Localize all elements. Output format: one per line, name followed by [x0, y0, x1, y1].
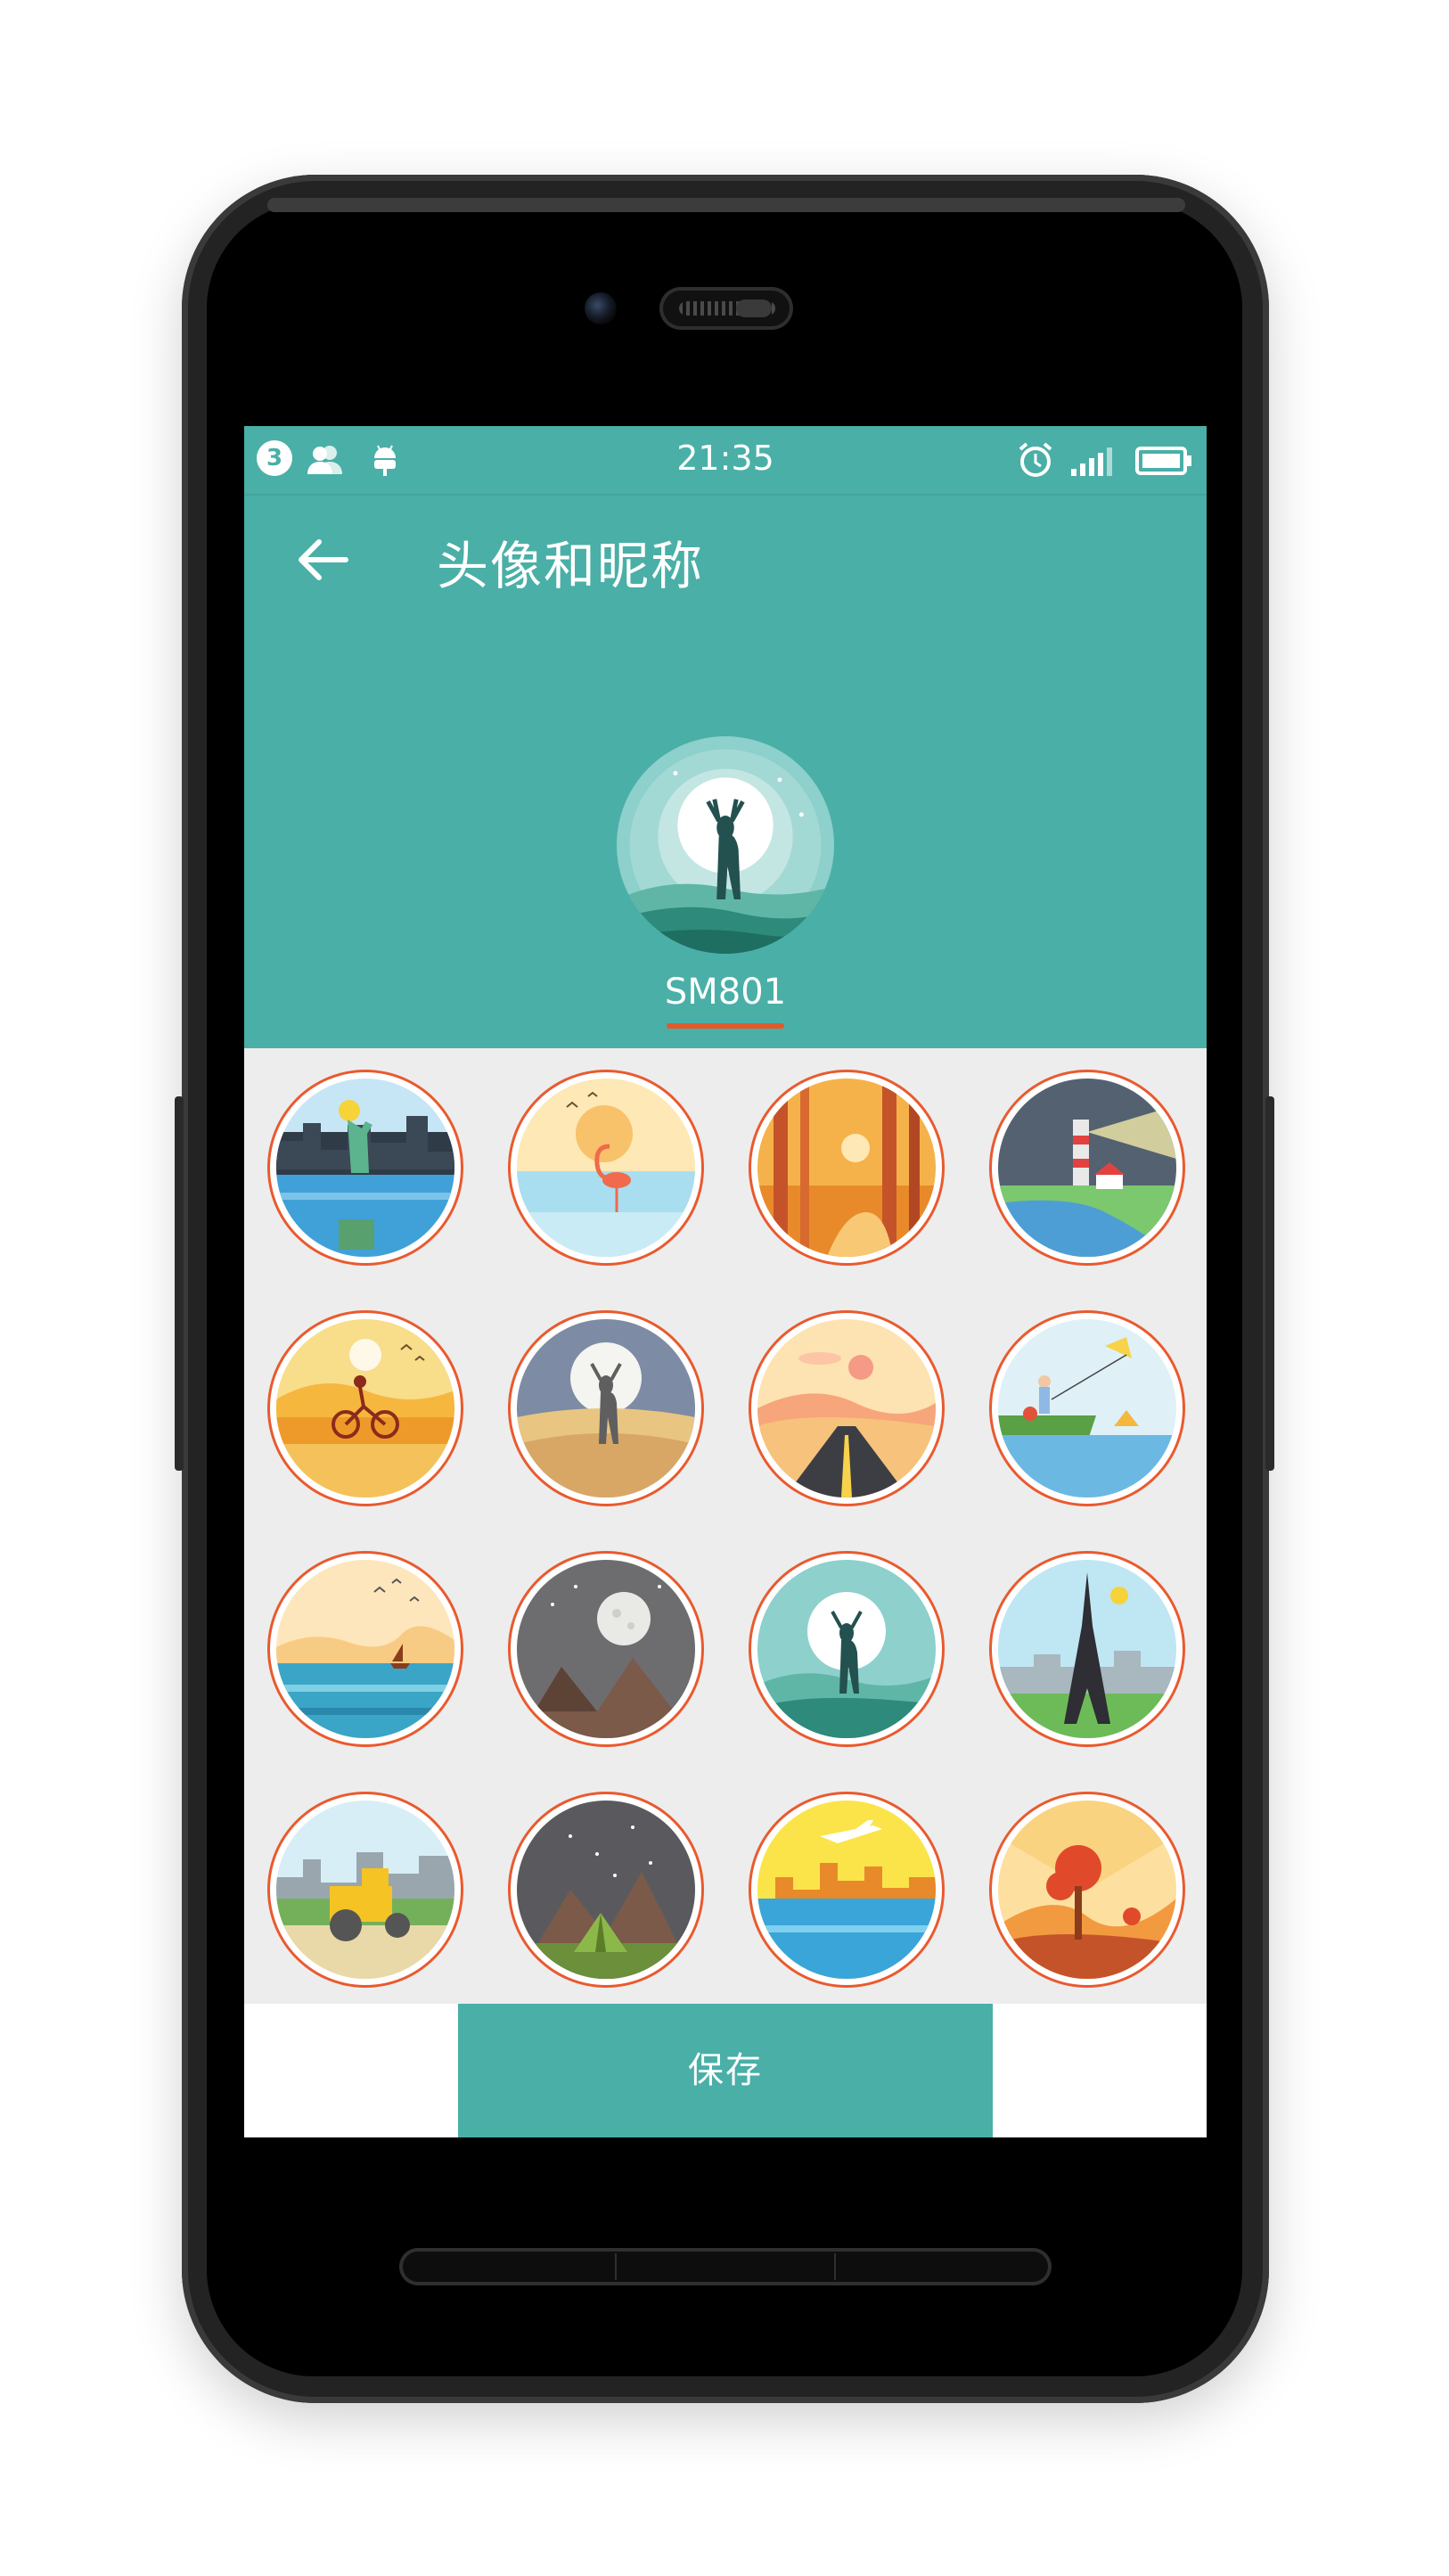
avatar-option-road-sunset[interactable] — [751, 1313, 942, 1504]
status-time: 21:35 — [676, 439, 774, 478]
volume-button — [175, 1096, 184, 1471]
avatar-option-cyclist-sunset[interactable] — [270, 1313, 461, 1504]
status-divider — [244, 494, 1207, 496]
avatar-option-flamingo[interactable] — [511, 1072, 701, 1263]
avatar-option-lighthouse[interactable] — [992, 1072, 1183, 1263]
nickname-field[interactable]: SM801 — [636, 972, 815, 1013]
alarm-icon — [1019, 442, 1052, 477]
save-button[interactable]: 保存 — [458, 2004, 993, 2137]
current-avatar[interactable] — [617, 736, 834, 954]
app-screen: 3 21:35 头像和昵称 SM801 保存 — [244, 426, 1207, 2137]
power-button — [1265, 1096, 1274, 1471]
page-title: 头像和昵称 — [437, 536, 705, 596]
avatar-option-moon-mountains[interactable] — [511, 1554, 701, 1744]
back-arrow-icon[interactable] — [296, 537, 349, 583]
avatar-option-airplane-city[interactable] — [751, 1794, 942, 1985]
avatar-option-camping-night[interactable] — [511, 1794, 701, 1985]
signal-icon — [1071, 447, 1112, 476]
battery-icon — [1135, 447, 1191, 475]
avatar-option-sea-birds[interactable] — [270, 1554, 461, 1744]
avatar-option-autumn-tree[interactable] — [992, 1794, 1183, 1985]
bottom-speaker-grille — [399, 2248, 1052, 2285]
avatar-option-road-roller[interactable] — [270, 1794, 461, 1985]
avatar-option-eiffel-tower[interactable] — [992, 1554, 1183, 1744]
avatar-option-kite-lake[interactable] — [992, 1313, 1183, 1504]
avatar-option-deer-dusk[interactable] — [511, 1313, 701, 1504]
phone-top-edge — [267, 198, 1185, 212]
front-camera — [585, 292, 617, 324]
avatar-grid — [244, 1048, 1207, 1986]
avatar-option-deer-moon[interactable] — [751, 1554, 942, 1744]
avatar-option-autumn-forest[interactable] — [751, 1072, 942, 1263]
earpiece-speaker — [659, 287, 793, 330]
status-bar: 3 21:35 — [244, 426, 1207, 496]
footer-bar: 保存 — [244, 2004, 1207, 2137]
profile-header: 3 21:35 头像和昵称 SM801 — [244, 426, 1207, 1048]
avatar-option-statue-of-liberty[interactable] — [270, 1072, 461, 1263]
nickname-underline — [667, 1023, 784, 1029]
